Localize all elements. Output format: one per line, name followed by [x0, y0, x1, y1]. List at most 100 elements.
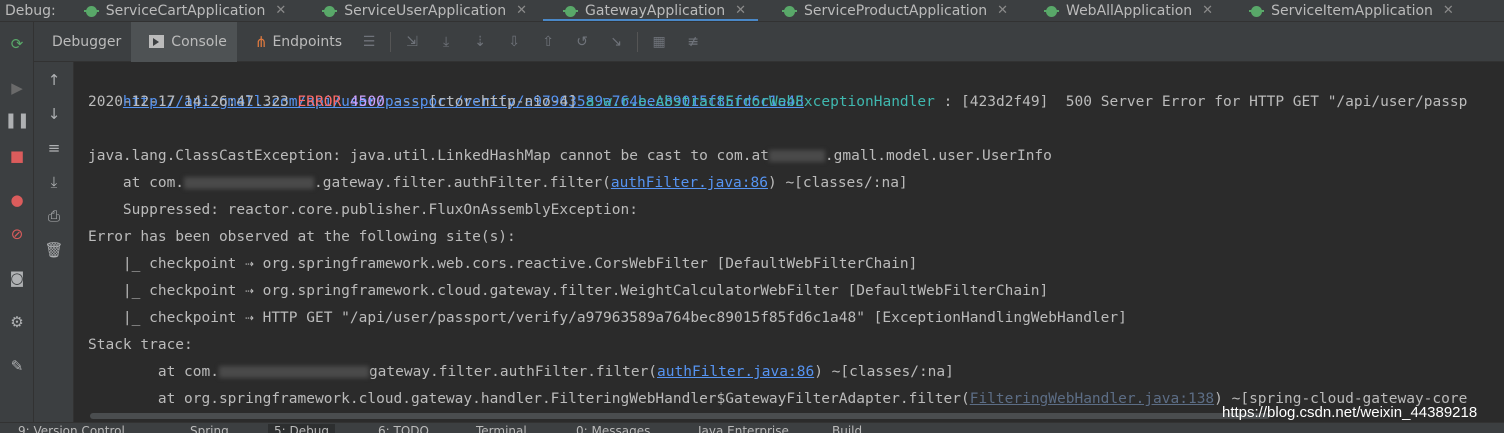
stack-mid: gateway.filter.authFilter.filter( — [368, 364, 658, 380]
stack-suffix: ) ~[classes/:na] — [814, 364, 954, 380]
tab-todo[interactable]: 6: TODO — [378, 424, 429, 433]
exception-prefix: java.lang.ClassCastException: java.util.… — [88, 148, 769, 164]
log-pid: 4500 — [349, 94, 385, 110]
trace-icon[interactable]: ≢ — [676, 34, 710, 50]
redacted-text — [184, 177, 315, 189]
tab-service-user[interactable]: ServiceUserApplication ✕ — [302, 0, 539, 21]
tab-label: ServiceItemApplication — [1271, 2, 1433, 19]
checkpoint-line: |_ checkpoint ⇢ org.springframework.web.… — [88, 256, 918, 272]
console-line: Error has been observed at the following… — [88, 229, 516, 245]
console-toolbar: ↑ ↓ ≡ ⤓ ⎙ 🗑 — [34, 62, 74, 422]
tab-console[interactable]: Console — [131, 21, 237, 62]
show-execution-point-icon[interactable]: ⇲ — [395, 34, 429, 50]
close-icon[interactable]: ✕ — [1443, 3, 1454, 18]
endpoints-icon: ⋔ — [254, 32, 268, 51]
tab-service-item[interactable]: ServiceItemApplication ✕ — [1229, 0, 1466, 21]
down-arrow-icon[interactable]: ↓ — [44, 104, 64, 124]
drop-frame-icon[interactable]: ↺ — [565, 34, 599, 50]
close-icon[interactable]: ✕ — [275, 3, 286, 18]
debug-bug-icon — [83, 4, 100, 18]
tab-java-enterprise[interactable]: Java Enterprise — [698, 424, 789, 433]
menu-icon[interactable]: ☰ — [352, 34, 386, 50]
tab-label: WebAllApplication — [1066, 2, 1193, 19]
debug-bug-icon — [782, 4, 798, 18]
tab-label: ServiceCartApplication — [105, 2, 266, 19]
rerun-icon[interactable]: ⟳ — [7, 34, 27, 54]
console-icon — [149, 35, 165, 48]
resume-icon[interactable]: ▶ — [7, 78, 27, 98]
close-icon[interactable]: ✕ — [516, 3, 527, 18]
tab-version-control[interactable]: 9: Version Control — [18, 424, 125, 433]
close-icon[interactable]: ✕ — [735, 3, 746, 18]
tab-debugger[interactable]: Debugger — [34, 22, 131, 62]
camera-icon[interactable]: ◙ — [7, 268, 27, 288]
tab-service-product[interactable]: ServiceProductApplication ✕ — [762, 0, 1020, 21]
close-icon[interactable]: ✕ — [1202, 3, 1213, 18]
pin-icon[interactable]: ✎ — [7, 356, 27, 376]
console-line: at com. gateway.filter.authFilter.filter(… — [88, 359, 954, 386]
tab-debug[interactable]: 5: Debug — [268, 424, 335, 433]
soft-wrap-icon[interactable]: ≡ — [44, 138, 64, 158]
debug-left-toolbar: ⟳ ▶ ❚❚ ■ ● ⊘ ◙ ⚙ ✎ — [0, 22, 34, 422]
checkpoint-line: |_ checkpoint ⇢ org.springframework.clou… — [88, 283, 1049, 299]
stack-suffix: ) ~[classes/:na] — [767, 175, 908, 191]
tab-label: ServiceProductApplication — [804, 2, 988, 19]
force-step-into-icon[interactable]: ⇩ — [497, 34, 531, 50]
trash-icon[interactable]: 🗑 — [44, 240, 64, 260]
up-arrow-icon[interactable]: ↑ — [44, 70, 64, 90]
tab-terminal[interactable]: Terminal — [476, 424, 527, 433]
mute-breakpoints-icon[interactable]: ⊘ — [7, 224, 27, 244]
stack-prefix: at org.springframework.cloud.gateway.han… — [88, 391, 970, 407]
console-output[interactable]: http://api.gmall.com/api/user/passport/v… — [74, 62, 1504, 410]
debug-bug-icon — [1044, 4, 1060, 18]
tab-build[interactable]: Build — [832, 424, 862, 433]
source-link[interactable]: authFilter.java:86 — [657, 364, 814, 380]
evaluate-expression-icon[interactable]: ▦ — [642, 34, 676, 50]
redacted-text — [218, 366, 369, 378]
debug-bug-icon — [322, 4, 338, 18]
console-line: 2020-12-17 14:26:47.323 ERROR 4500 --- [… — [88, 89, 1467, 116]
stack-mid: .gateway.filter.authFilter.filter( — [314, 175, 611, 191]
exception-suffix: .gmall.model.user.UserInfo — [824, 148, 1052, 164]
console-line: Suppressed: reactor.core.publisher.FluxO… — [88, 202, 638, 218]
log-level: ERROR — [297, 94, 342, 110]
redacted-text — [768, 150, 825, 162]
debug-bug-icon — [563, 4, 579, 18]
separator — [637, 31, 639, 52]
console-line: java.lang.ClassCastException: java.util.… — [88, 143, 1052, 170]
step-out-icon[interactable]: ⇧ — [531, 34, 565, 50]
scroll-to-end-icon[interactable]: ⤓ — [44, 172, 64, 192]
print-icon[interactable]: ⎙ — [44, 206, 64, 226]
step-into-icon[interactable]: ⇣ — [463, 34, 497, 50]
run-to-cursor-icon[interactable]: ↘ — [599, 34, 633, 50]
console-line: at com. .gateway.filter.authFilter.filter… — [88, 170, 908, 197]
scrollbar-thumb[interactable] — [90, 413, 1270, 419]
debug-bug-icon — [1249, 4, 1265, 18]
stack-prefix: at com. — [88, 175, 185, 191]
tab-label: Endpoints — [272, 33, 343, 50]
tab-web-all[interactable]: WebAllApplication ✕ — [1024, 0, 1225, 21]
view-breakpoints-icon[interactable]: ● — [7, 190, 27, 210]
stop-icon[interactable]: ■ — [7, 146, 27, 166]
checkpoint-line: |_ checkpoint ⇢ HTTP GET "/api/user/pass… — [88, 310, 1127, 326]
tab-gateway[interactable]: GatewayApplication ✕ — [543, 0, 759, 21]
log-dashes: --- — [393, 94, 420, 110]
log-message: : [423d2f49] 500 Server Error for HTTP G… — [943, 94, 1468, 110]
tab-spring[interactable]: Spring — [190, 424, 229, 433]
close-icon[interactable]: ✕ — [997, 3, 1008, 18]
pause-icon[interactable]: ❚❚ — [4, 110, 29, 130]
debug-toolwindow-label: Debug: — [5, 2, 56, 19]
source-link[interactable]: FilteringWebHandler.java:138 — [970, 391, 1214, 407]
tab-label: ServiceUserApplication — [344, 2, 507, 19]
console-line: http://api.gmall.com/api/user/passport/v… — [88, 62, 804, 110]
tab-messages[interactable]: 0: Messages — [576, 424, 650, 433]
debug-subtabs: Debugger Console ⋔ Endpoints ☰ ⇲ ⤓ ⇣ ⇩ ⇧… — [34, 21, 1504, 62]
tab-endpoints[interactable]: ⋔ Endpoints — [237, 22, 352, 62]
step-over-icon[interactable]: ⤓ — [429, 34, 463, 50]
log-thread: [ctor-http-nio-4] — [428, 94, 577, 110]
tab-service-cart[interactable]: ServiceCartApplication ✕ — [64, 0, 298, 21]
console-line: Stack trace: — [88, 337, 193, 353]
source-link[interactable]: authFilter.java:86 — [611, 175, 768, 191]
tab-label: GatewayApplication — [585, 2, 726, 19]
settings-gear-icon[interactable]: ⚙ — [7, 312, 27, 332]
